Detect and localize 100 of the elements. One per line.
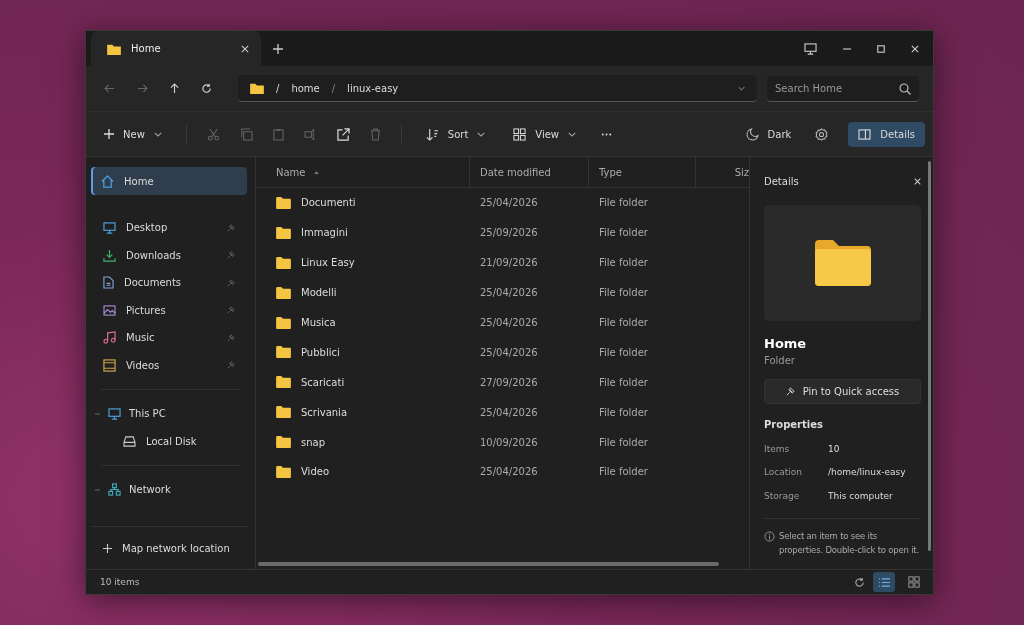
file-name[interactable]: Pubblici — [301, 346, 340, 358]
tab[interactable]: Home — [91, 31, 261, 66]
pin-icon[interactable] — [227, 306, 235, 315]
theme-button[interactable]: Dark — [741, 121, 796, 147]
path-segment[interactable]: home — [291, 82, 320, 94]
sidebar-item[interactable]: Documents — [91, 269, 247, 297]
paste-icon[interactable] — [272, 127, 284, 141]
new-button[interactable]: New — [100, 122, 166, 146]
sort-arrow-icon — [313, 170, 319, 174]
list-view-button[interactable] — [873, 572, 895, 592]
folder-icon — [276, 226, 291, 239]
folder-icon — [276, 196, 291, 209]
scrollbar[interactable] — [258, 562, 719, 566]
pin-icon[interactable] — [227, 333, 235, 342]
file-name[interactable]: Documenti — [301, 197, 356, 209]
table-cell: File folder — [599, 227, 648, 239]
column-header[interactable]: Name — [256, 157, 470, 187]
copy-icon[interactable] — [239, 127, 253, 141]
settings-icon[interactable] — [815, 127, 829, 141]
pin-icon[interactable] — [227, 223, 235, 232]
sidebar-item[interactable]: Pictures — [91, 296, 247, 324]
table-cell: 25/04/2026 — [480, 197, 538, 209]
table-cell: 25/04/2026 — [480, 287, 538, 299]
search-icon[interactable] — [899, 82, 911, 95]
maximize-icon[interactable] — [877, 44, 885, 53]
network-icon — [108, 483, 121, 497]
close-icon[interactable] — [914, 177, 921, 185]
pin-icon[interactable] — [227, 361, 235, 370]
tab-title: Home — [131, 43, 162, 54]
table-cell: 25/04/2026 — [480, 346, 538, 358]
monitor-icon[interactable] — [804, 42, 817, 55]
table-cell: 25/04/2026 — [480, 317, 538, 328]
pin-icon[interactable] — [227, 278, 235, 287]
plus-icon — [104, 129, 114, 139]
address-bar[interactable]: / home / linux-easy — [238, 75, 757, 102]
folder-icon — [276, 436, 291, 449]
folder-icon — [276, 346, 291, 359]
minimize-icon[interactable] — [843, 47, 851, 50]
property-value: 10 — [828, 443, 840, 454]
table-cell: File folder — [599, 317, 648, 328]
new-tab-icon[interactable] — [273, 43, 283, 54]
cut-icon[interactable] — [206, 127, 220, 141]
table-cell: 25/09/2026 — [480, 227, 538, 239]
file-name[interactable]: Linux Easy — [301, 257, 355, 269]
up-icon[interactable] — [170, 83, 179, 94]
property-value: /home/linux-easy — [828, 467, 906, 478]
home-icon — [101, 174, 114, 188]
scrollbar[interactable] — [928, 161, 931, 551]
map-network-button[interactable]: Map network location — [91, 527, 247, 569]
table-cell: 21/09/2026 — [480, 257, 538, 269]
image-icon — [103, 304, 116, 316]
dropdown-icon[interactable] — [738, 85, 745, 91]
delete-icon[interactable] — [369, 127, 381, 141]
file-name[interactable]: Immagini — [301, 227, 348, 239]
share-icon[interactable] — [336, 127, 350, 141]
more-icon[interactable] — [600, 132, 614, 136]
sidebar-item[interactable]: Downloads — [91, 241, 247, 269]
sidebar-item[interactable]: This PC — [91, 400, 247, 428]
property-value: This computer — [828, 490, 893, 501]
pin-icon — [785, 387, 795, 396]
sidebar-item[interactable]: Videos — [91, 351, 247, 379]
sidebar-item[interactable]: Network — [91, 476, 247, 504]
close-icon[interactable] — [241, 44, 249, 53]
path-segment[interactable]: linux-easy — [347, 82, 399, 94]
path-segment[interactable]: / — [276, 82, 280, 94]
plus-icon — [103, 543, 112, 553]
file-name[interactable]: Scrivania — [301, 406, 348, 418]
refresh-icon[interactable] — [854, 576, 865, 588]
file-name[interactable]: Scaricati — [301, 376, 345, 388]
section-title: Properties — [764, 419, 824, 430]
rename-icon[interactable] — [303, 128, 317, 140]
column-header[interactable]: Type — [589, 157, 696, 187]
pin-button[interactable]: Pin to Quick access — [764, 379, 921, 404]
item-name: Home — [764, 336, 808, 351]
pin-icon[interactable] — [227, 251, 235, 260]
sort-button[interactable]: Sort — [421, 121, 490, 147]
refresh-icon[interactable] — [201, 83, 212, 94]
file-name[interactable]: Video — [301, 466, 330, 478]
folder-icon — [276, 406, 291, 419]
sidebar-item[interactable]: Home — [91, 167, 247, 195]
caret-icon — [153, 131, 162, 137]
forward-icon[interactable] — [137, 84, 148, 93]
file-name[interactable]: snap — [301, 436, 326, 448]
sidebar-item[interactable]: Desktop — [91, 214, 247, 242]
sort-icon — [425, 127, 439, 141]
item-count: 10 items — [100, 577, 140, 587]
column-header[interactable]: Date modified — [470, 157, 589, 187]
file-name[interactable]: Musica — [301, 317, 336, 328]
folder-icon — [276, 286, 291, 299]
file-name[interactable]: Modelli — [301, 287, 337, 299]
sidebar-item[interactable]: Local Disk — [91, 427, 247, 455]
search-field[interactable]: Search Home — [767, 75, 919, 102]
back-icon[interactable] — [104, 84, 115, 93]
list-icon — [877, 576, 891, 588]
view-button[interactable]: View — [509, 121, 581, 147]
column-header[interactable]: Siz — [696, 157, 749, 187]
close-icon[interactable] — [911, 44, 919, 53]
sidebar-item[interactable]: Music — [91, 324, 247, 352]
details-button[interactable]: Details — [848, 121, 925, 147]
table-cell: File folder — [599, 466, 648, 478]
